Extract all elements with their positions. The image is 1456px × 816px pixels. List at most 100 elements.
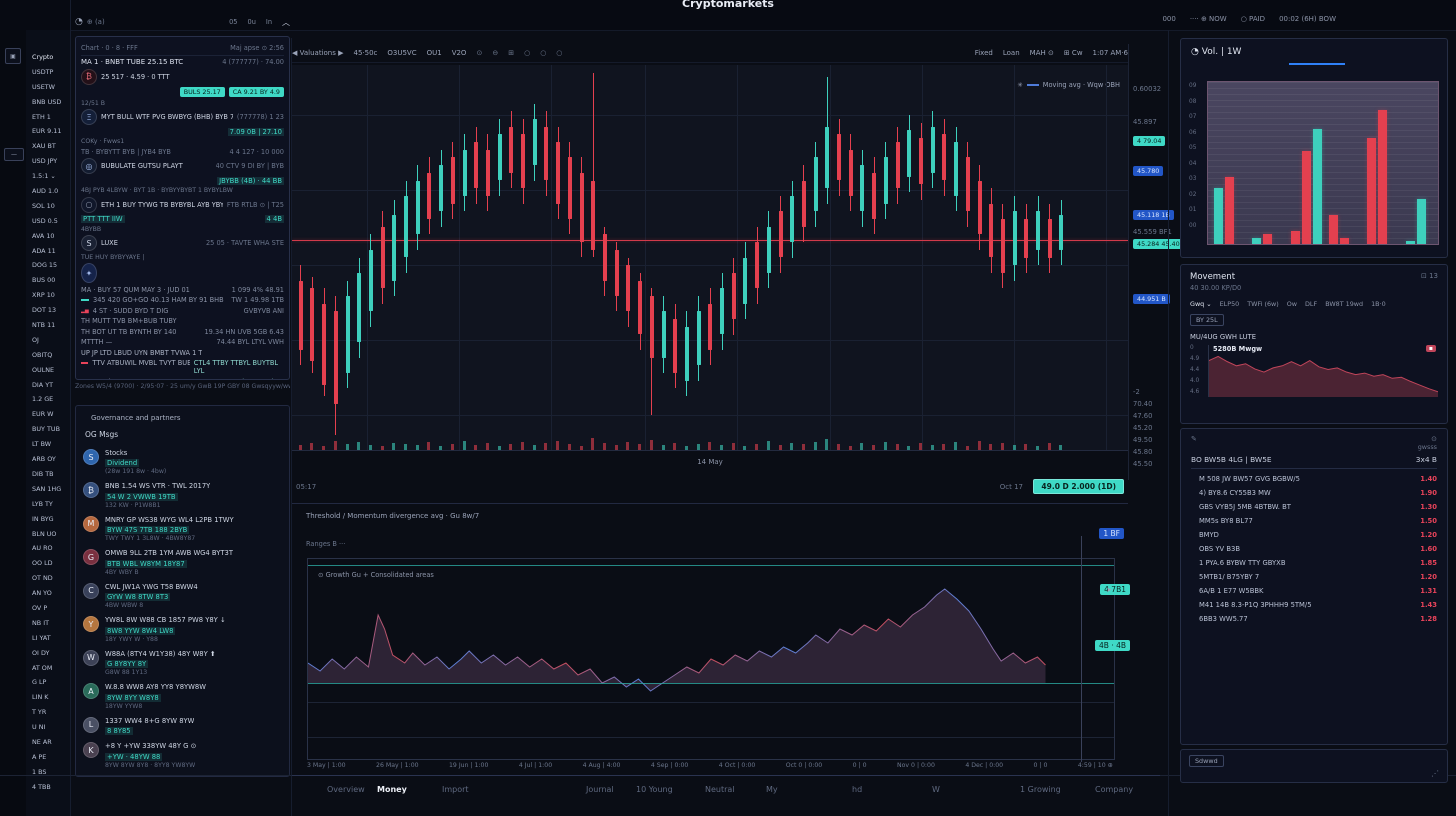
loser-row[interactable]: 1 PYA.6 BYBW TTY GBYXB1.85 xyxy=(1191,559,1437,567)
news-item[interactable]: CCWL JW1A YWG T58 BWW4GYW W8 8TW 8T34BW … xyxy=(83,583,282,609)
ticker-rail-item[interactable]: IN BYG xyxy=(26,512,70,527)
watchlist-coin-row[interactable]: ΞMYT BULL WTF PVG BWBYG (BHB) BYB 7(7777… xyxy=(81,109,284,125)
ticker-rail-item[interactable]: ETH 1 xyxy=(26,110,70,125)
chart-toolbar-item[interactable]: V2O xyxy=(452,49,467,57)
watchlist-alert-row[interactable]: TTV ATBUWIL MVBL TVYT BUBLICTL4 TTBY TTB… xyxy=(81,359,284,375)
ticker-rail-item[interactable]: NB IT xyxy=(26,616,70,631)
ticker-rail-item[interactable]: BUY TUB xyxy=(26,422,70,437)
chart-tool-icon[interactable]: ○ xyxy=(540,49,546,57)
header-menu-item[interactable]: 00:02 (6H) BOW xyxy=(1279,15,1336,23)
chart-time-axis[interactable]: 14 May xyxy=(292,450,1128,478)
ticker-rail-item[interactable]: DIA YT xyxy=(26,378,70,393)
coin-link[interactable]: PTT TTT IIW xyxy=(81,215,125,223)
watchlist-filter-right[interactable]: Maj apse ⊙ 2:56 xyxy=(230,44,284,52)
movers-tab[interactable]: BW8T 19wd xyxy=(1325,300,1363,308)
news-link[interactable]: BYW 47S 7TB 188 2BYB xyxy=(105,526,189,534)
go-to-date-button[interactable]: 49.0 D 2.000 (1D) xyxy=(1033,479,1124,494)
status-bar-item[interactable]: Overview xyxy=(327,785,365,794)
status-bar-item[interactable]: My xyxy=(766,785,778,794)
ticker-rail-item[interactable]: OBITQ xyxy=(26,348,70,363)
losers-header-left[interactable]: BO BW5B 4LG | BW5E xyxy=(1191,455,1272,464)
coin-link-value[interactable]: 7.09 0B | 27.10 xyxy=(228,128,284,136)
status-bar-item[interactable]: W xyxy=(932,785,940,794)
chevron-up-icon[interactable]: ︿ xyxy=(282,17,290,28)
bar-group[interactable]: Aug 10 xyxy=(1329,215,1349,244)
watchlist-stat-row[interactable]: TH MUTT TVB BM+BUB TUBY xyxy=(81,317,284,325)
chart-toolbar-right-item[interactable]: ⊞ Cw xyxy=(1064,49,1083,57)
ticker-rail-item[interactable]: DOG 15 xyxy=(26,258,70,273)
bar-group[interactable]: Oct 18 xyxy=(1406,199,1426,244)
ticker-rail-item[interactable]: SAN 1HG xyxy=(26,482,70,497)
search-icon[interactable]: ◔ xyxy=(75,17,83,27)
watchlist-action[interactable]: 05 xyxy=(229,18,237,26)
ticker-rail-item[interactable]: LIN K xyxy=(26,690,70,705)
news-link[interactable]: G 8Y8YY 8Y xyxy=(105,660,148,668)
status-bar-item[interactable]: Money xyxy=(377,785,407,794)
oscillator-subtitle[interactable]: Ranges B ··· xyxy=(306,540,345,548)
watchlist-coin-row[interactable]: ○ETH 1 BUY TYWG TB BYBYBL AYB YBYBFTB RT… xyxy=(81,197,284,213)
bar-group[interactable]: May 08 xyxy=(1214,177,1234,244)
ticker-rail-item[interactable]: XRP 10 xyxy=(26,288,70,303)
collapse-rail-icon[interactable]: — xyxy=(4,148,24,161)
ticker-rail-item[interactable]: EUR W xyxy=(26,407,70,422)
bar-group[interactable]: Jul 14 xyxy=(1291,129,1322,244)
ticker-rail-item[interactable]: AUD 1.0 xyxy=(26,184,70,199)
loser-row[interactable]: OBS YV B3B1.60 xyxy=(1191,545,1437,553)
loser-row[interactable]: M41 14B 8.3-P1Q 3PHHH9 5TM/51.43 xyxy=(1191,601,1437,609)
movers-tab[interactable]: 1B·0 xyxy=(1371,300,1386,308)
watchlist-handle[interactable]: ⊕ (a) xyxy=(87,18,105,26)
watchlist-stat-row[interactable]: ▂▅4 ST · SUDD BYD T DIGGVBYVB ANI xyxy=(81,307,284,315)
movers-filter-button[interactable]: BY 25L xyxy=(1190,314,1224,326)
spark-area[interactable]: 5280B Mwgw ▪ xyxy=(1208,345,1438,397)
watchlist-stat-row[interactable]: MA · BUY 57 QUM MAY 3 · JUD 011 099 4% 4… xyxy=(81,286,284,294)
chart-tool-icon[interactable]: ⊖ xyxy=(492,49,498,57)
ticker-rail-item[interactable]: LYB TY xyxy=(26,497,70,512)
ticker-rail-item[interactable]: LI YAT xyxy=(26,631,70,646)
status-bar-item[interactable]: Neutral xyxy=(705,785,735,794)
loser-row[interactable]: GBS VYB5J 5MB 4BTBW. BT1.30 xyxy=(1191,503,1437,511)
chart-toolbar-right-item[interactable]: Fixed xyxy=(975,49,993,57)
watchlist-alert-row[interactable]: TB 91 4 | 4 1 L 1 TMg1 LYH (B1B 1M | T1 xyxy=(81,378,284,381)
ticker-rail-item[interactable]: USDTP xyxy=(26,65,70,80)
movers-tab[interactable]: Ow xyxy=(1287,300,1297,308)
ticker-rail-item[interactable]: U NI xyxy=(26,720,70,735)
ticker-rail-item[interactable]: Crypto xyxy=(26,50,70,65)
ticker-rail-item[interactable]: DOT 13 xyxy=(26,303,70,318)
header-menu-item[interactable]: ···· ⊕ NOW xyxy=(1190,15,1227,23)
volume-bar-chart[interactable]: May 08Jun 09Jul 14Aug 10Sep 04Oct 18 xyxy=(1207,81,1439,245)
watchlist-stat-row[interactable]: 345 420 GO+GO 40.13 HAM BY 91 BHBTW 1 49… xyxy=(81,296,284,304)
ticker-rail-item[interactable]: NE AR xyxy=(26,735,70,750)
movers-corner-icon[interactable]: ⊡ 13 xyxy=(1421,272,1438,282)
ticker-rail-item[interactable]: OO LD xyxy=(26,556,70,571)
loser-row[interactable]: BMYD1.20 xyxy=(1191,531,1437,539)
news-item[interactable]: GOMWB 9LL 2TB 1YM AWB WG4 BYT3TBTB WBL W… xyxy=(83,549,282,575)
ticker-rail-item[interactable]: EUR 9.11 xyxy=(26,124,70,139)
ticker-rail-item[interactable]: SOL 10 xyxy=(26,199,70,214)
grid-icon[interactable]: ▣ xyxy=(5,48,21,64)
ticker-rail-item[interactable]: A PE xyxy=(26,750,70,765)
loser-row[interactable]: 4) BY8.6 CY55B3 MW1.90 xyxy=(1191,489,1437,497)
ticker-rail-item[interactable]: AT OM xyxy=(26,661,70,676)
ticker-rail-item[interactable]: LT BW xyxy=(26,437,70,452)
bar-group[interactable]: Jun 09 xyxy=(1252,234,1272,244)
ticker-rail-item[interactable]: AVA 10 xyxy=(26,229,70,244)
chart-tool-icon[interactable]: ○ xyxy=(556,49,562,57)
ticker-rail-item[interactable]: OJ xyxy=(26,333,70,348)
news-link[interactable]: Dividend xyxy=(105,459,139,467)
watchlist-alert-row[interactable]: UP JP LTD LBUD UYN BMBT TVWA 1 T xyxy=(81,349,284,357)
loser-row[interactable]: 5MTB1/ B75YBY 71.20 xyxy=(1191,573,1437,581)
watchlist-icon-row[interactable]: ✦ xyxy=(81,263,284,283)
oscillator-time-axis[interactable]: 3 May | 1:0026 May | 1:0019 Jun | 1:004 … xyxy=(307,762,1113,769)
status-bar-item[interactable]: Journal xyxy=(586,785,614,794)
candlestick-chart[interactable]: ✳ Moving avg · Wqw OBH xyxy=(292,65,1128,451)
coin-badge[interactable]: CA 9.21 BY 4.9 xyxy=(229,87,284,97)
news-item[interactable]: K+8 Y +YW 338YW 48Y G ⊙+YW · 48YW 888YW … xyxy=(83,742,282,768)
movers-tab[interactable]: Gwq ⌄ xyxy=(1190,300,1212,308)
loser-row[interactable]: 6BB3 WW5.771.28 xyxy=(1191,615,1437,623)
movers-tab[interactable]: DLF xyxy=(1305,300,1317,308)
ticker-rail-item[interactable]: XAU BT xyxy=(26,139,70,154)
news-item[interactable]: MMNRY GP WS38 WYG WL4 L2PB 1TWYBYW 47S 7… xyxy=(83,516,282,542)
loser-row[interactable]: M 508 JW BW57 GVG BGBW/51.40 xyxy=(1191,475,1437,483)
news-link[interactable]: 54 W 2 VWWB 19TB xyxy=(105,493,178,501)
status-bar-item[interactable]: Company xyxy=(1095,785,1133,794)
